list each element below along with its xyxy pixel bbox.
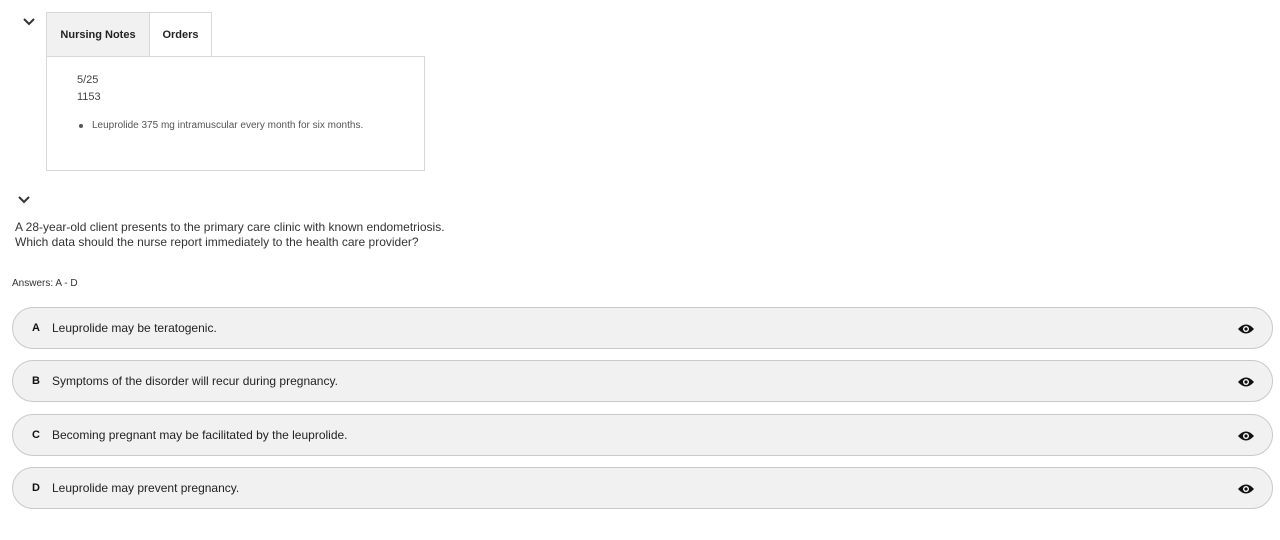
collapse-notes-chevron-icon[interactable]	[22, 17, 40, 31]
question-line-1: A 28-year-old client presents to the pri…	[15, 220, 445, 234]
eye-icon[interactable]	[1237, 375, 1255, 387]
option-text: Symptoms of the disorder will recur duri…	[52, 374, 338, 388]
option-letter: C	[32, 429, 40, 441]
note-item-text: Leuprolide 375 mg intramuscular every mo…	[92, 120, 364, 131]
tab-nursing-notes[interactable]: Nursing Notes	[46, 12, 150, 56]
answers-label: Answers: A - D	[12, 278, 78, 289]
eye-icon[interactable]	[1237, 482, 1255, 494]
tab-orders[interactable]: Orders	[150, 12, 212, 56]
note-date: 5/25	[77, 74, 99, 86]
collapse-question-chevron-icon[interactable]	[17, 195, 35, 209]
eye-icon[interactable]	[1237, 322, 1255, 334]
option-letter: A	[32, 322, 40, 334]
page: Nursing Notes Orders 5/25 1153 Leuprolid…	[0, 0, 1280, 540]
nursing-notes-panel: 5/25 1153 Leuprolide 375 mg intramuscula…	[46, 56, 425, 171]
option-a[interactable]: A Leuprolide may be teratogenic.	[12, 307, 1273, 349]
note-time: 1153	[77, 91, 101, 103]
option-c[interactable]: C Becoming pregnant may be facilitated b…	[12, 414, 1273, 456]
option-letter: D	[32, 482, 40, 494]
option-letter: B	[32, 375, 40, 387]
option-text: Leuprolide may be teratogenic.	[52, 321, 217, 335]
notes-tabs: Nursing Notes Orders	[46, 12, 212, 56]
bullet-icon	[79, 123, 83, 128]
question-line-2: Which data should the nurse report immed…	[15, 235, 419, 249]
option-d[interactable]: D Leuprolide may prevent pregnancy.	[12, 467, 1273, 509]
option-text: Leuprolide may prevent pregnancy.	[52, 481, 240, 495]
option-text: Becoming pregnant may be facilitated by …	[52, 428, 348, 442]
eye-icon[interactable]	[1237, 429, 1255, 441]
note-list-item: Leuprolide 375 mg intramuscular every mo…	[79, 120, 363, 131]
question-stem: A 28-year-old client presents to the pri…	[15, 220, 715, 250]
option-b[interactable]: B Symptoms of the disorder will recur du…	[12, 360, 1273, 402]
